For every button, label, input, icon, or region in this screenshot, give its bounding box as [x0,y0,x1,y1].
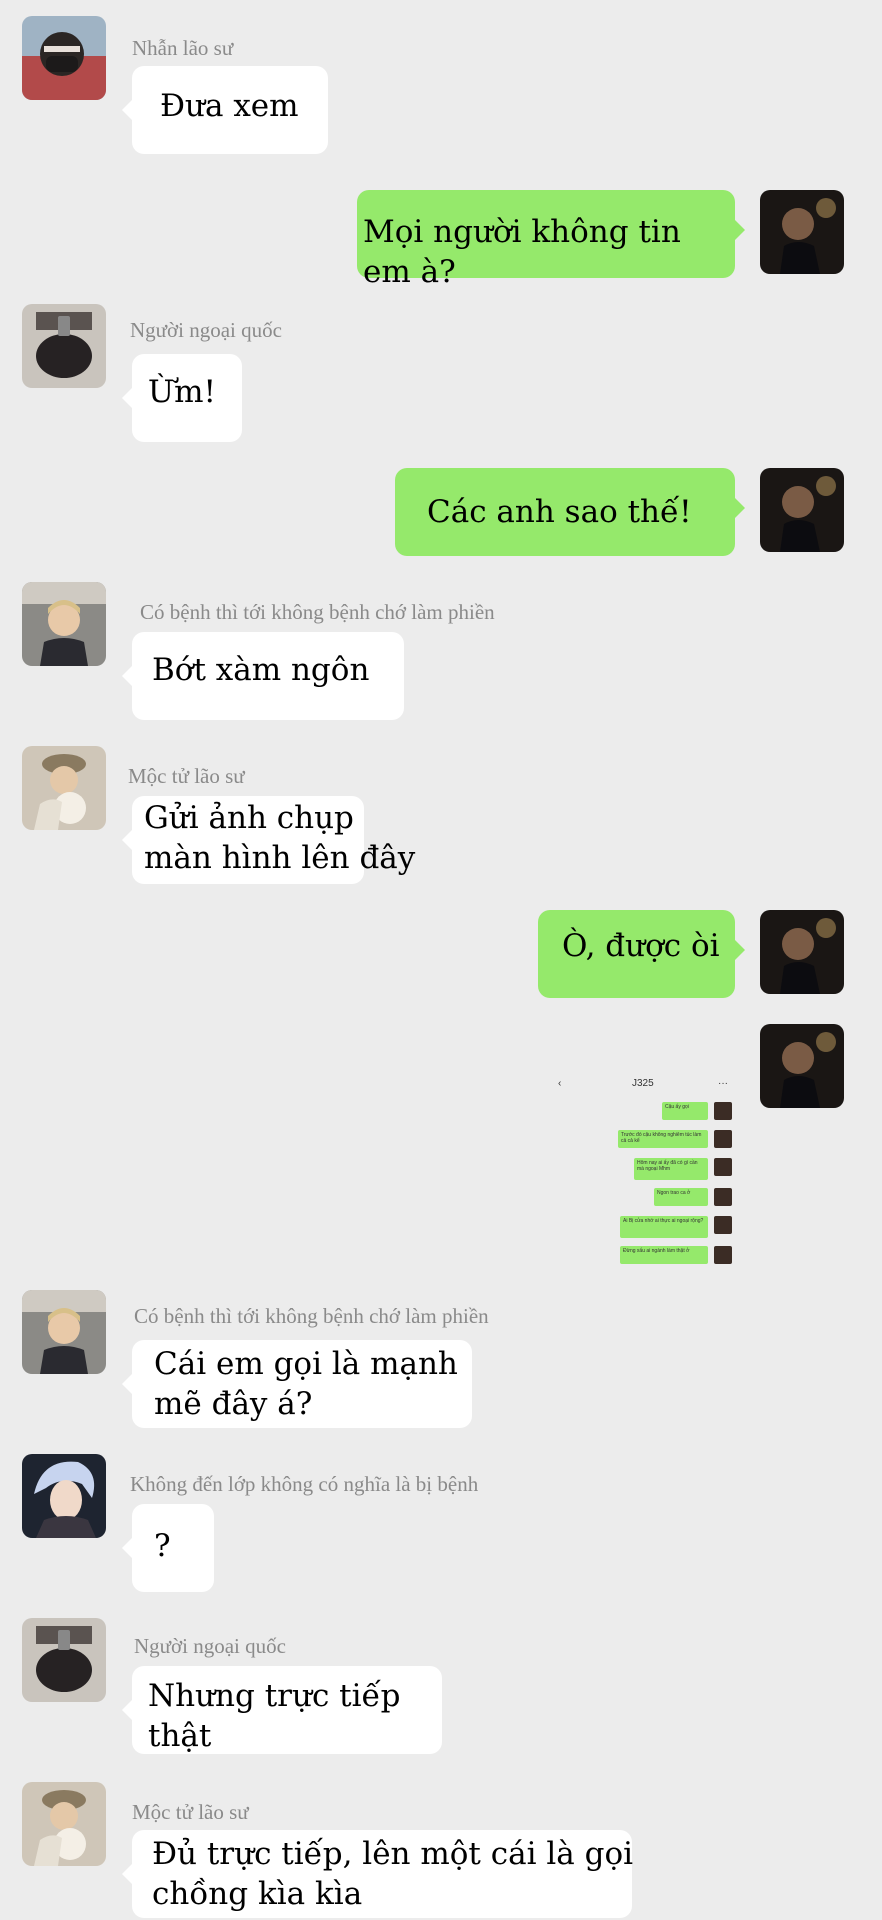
sender-name: Người ngoại quốc [134,1634,286,1658]
avatar[interactable] [760,468,844,552]
avatar-mirror-selfie-icon [22,1618,106,1702]
avatar-car-selfie-icon [22,582,106,666]
avatar[interactable] [22,304,106,388]
avatar-puppy-icon [22,746,106,830]
avatar[interactable] [22,1290,106,1374]
screenshot-header: ‹ J325 ··· [548,1078,738,1098]
avatar[interactable] [22,16,106,100]
screenshot-row-avatar [714,1102,732,1120]
screenshot-row: Cậu ấy gọi [662,1102,708,1120]
sender-name: Nhẫn lão sư [132,36,234,60]
avatar-self-icon [760,190,844,274]
screenshot-row: Ngon trao ca ở [654,1188,708,1206]
sender-name: Có bệnh thì tới không bệnh chớ làm phiền [134,1304,489,1328]
avatar[interactable] [22,1454,106,1538]
message-bubble[interactable]: Ừm! [122,354,242,442]
message-text: ? [154,1528,171,1564]
message-bubble[interactable]: Mọi người không tin em à? [357,190,745,290]
message-text: Ò, được òi [562,928,720,964]
message-bubble[interactable]: Gửi ảnh chụp màn hình lên đây [122,796,416,884]
sender-name: Mộc tử lão sư [132,1800,249,1824]
sender-name: Có bệnh thì tới không bệnh chớ làm phiền [140,600,495,624]
screenshot-title: J325 [632,1078,654,1089]
screenshot-row-avatar [714,1216,732,1234]
screenshot-row: Hôm nay ai ấy đã có gì cần mà ngoại Mhm [634,1158,708,1180]
avatar-silver-hair-icon [22,1454,106,1538]
screenshot-row-avatar [714,1188,732,1206]
avatar[interactable] [22,1618,106,1702]
message-bubble[interactable]: Cái em gọi là mạnh mẽ đây á? [122,1340,472,1428]
screenshot-row: Trước đó cậu không nghiêm túc làm cả cả … [618,1130,708,1148]
message-bubble[interactable]: Đưa xem [122,66,328,154]
message-text-line: mẽ đây á? [154,1386,313,1422]
avatar[interactable] [760,910,844,994]
message-bubble[interactable]: Các anh sao thế! [395,468,745,556]
message-text: Đưa xem [160,88,299,124]
avatar-mirror-selfie-icon [22,304,106,388]
message-text: Nhưng trực tiếp thật [148,1678,401,1754]
sender-name: Không đến lớp không có nghĩa là bị bệnh [130,1472,479,1496]
message-bubble[interactable]: Bớt xàm ngôn [122,632,404,720]
avatar[interactable] [22,582,106,666]
message-bubble[interactable]: Nhưng trực tiếp thật [122,1666,442,1754]
screenshot-row-avatar [714,1158,732,1176]
message-bubble[interactable]: Ò, được òi [538,910,745,998]
sender-name: Người ngoại quốc [130,318,282,342]
message-text-line: Đủ trực tiếp, lên một cái là gọi [152,1836,634,1872]
message-bubble[interactable]: Đủ trực tiếp, lên một cái là gọi chồng k… [122,1830,634,1918]
screenshot-row: Ai Bị cửa nhớ ai thực ai ngoại rộng? [620,1216,708,1238]
avatar-self-icon [760,468,844,552]
avatar[interactable] [22,1782,106,1866]
message-text: Bớt xàm ngôn [152,652,370,688]
avatar[interactable] [760,190,844,274]
message-text: Mọi người không tin em à? [363,214,681,290]
avatar-self-icon [760,910,844,994]
back-icon: ‹ [558,1078,562,1089]
message-text-line: Gửi ảnh chụp [144,800,354,836]
message-text-line: màn hình lên đây [144,840,416,876]
message-bubble[interactable]: ? [122,1504,214,1592]
avatar-puppy-icon [22,1782,106,1866]
avatar-car-selfie-icon [22,1290,106,1374]
more-icon: ··· [718,1078,728,1089]
avatar[interactable] [22,746,106,830]
message-text-line: chồng kìa kìa [152,1876,363,1912]
screenshot-row: Đừng xấu ai ngành làm thật ở [620,1246,708,1264]
message-text: Các anh sao thế! [427,494,692,530]
avatar-masked-selfie-icon [22,16,106,100]
sender-name: Mộc tử lão sư [128,764,245,788]
avatar-self-icon [760,1024,844,1108]
avatar[interactable] [760,1024,844,1108]
shared-screenshot-image[interactable]: ‹ J325 ··· Cậu ấy gọi Trước đó cậu không… [548,1070,738,1270]
screenshot-row-avatar [714,1130,732,1148]
message-text: Ừm! [148,374,216,410]
message-text-line: Cái em gọi là mạnh [154,1346,458,1382]
screenshot-row-avatar [714,1246,732,1264]
